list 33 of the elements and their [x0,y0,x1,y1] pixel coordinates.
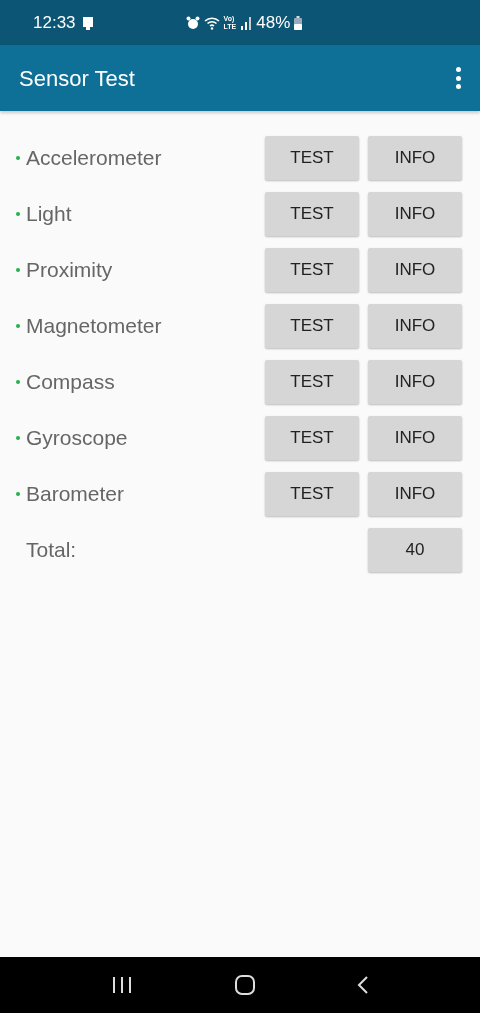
sensor-name: Gyroscope [26,425,129,452]
sensor-name: Magnetometer [26,313,163,340]
sensor-name: Accelerometer [26,145,163,172]
test-button[interactable]: TEST [265,416,359,460]
sensor-name: Compass [26,369,116,396]
sensor-name: Proximity [26,257,114,284]
test-button[interactable]: TEST [265,472,359,516]
sensor-name: Barometer [26,481,126,508]
recent-apps-icon[interactable] [111,976,133,994]
signal-icon [240,15,253,30]
test-button[interactable]: TEST [265,248,359,292]
info-button[interactable]: INFO [368,472,462,516]
sensor-name: Light [26,201,73,228]
wifi-icon [203,15,220,30]
info-button[interactable]: INFO [368,304,462,348]
info-button[interactable]: INFO [368,416,462,460]
home-icon[interactable] [235,975,255,995]
clock: 12:33 [33,11,76,34]
test-button[interactable]: TEST [265,304,359,348]
battery-percentage: 48% [256,11,291,34]
info-button[interactable]: INFO [368,248,462,292]
battery-icon [294,15,303,30]
test-button[interactable]: TEST [265,360,359,404]
total-label: Total: [26,537,78,564]
info-button[interactable]: INFO [368,360,462,404]
more-options-icon[interactable] [454,67,462,89]
test-button[interactable]: TEST [265,192,359,236]
info-button[interactable]: INFO [368,192,462,236]
back-icon[interactable] [357,975,369,995]
total-count: 40 [368,528,462,572]
info-button[interactable]: INFO [368,136,462,180]
app-title: Sensor Test [19,64,135,93]
test-button[interactable]: TEST [265,136,359,180]
